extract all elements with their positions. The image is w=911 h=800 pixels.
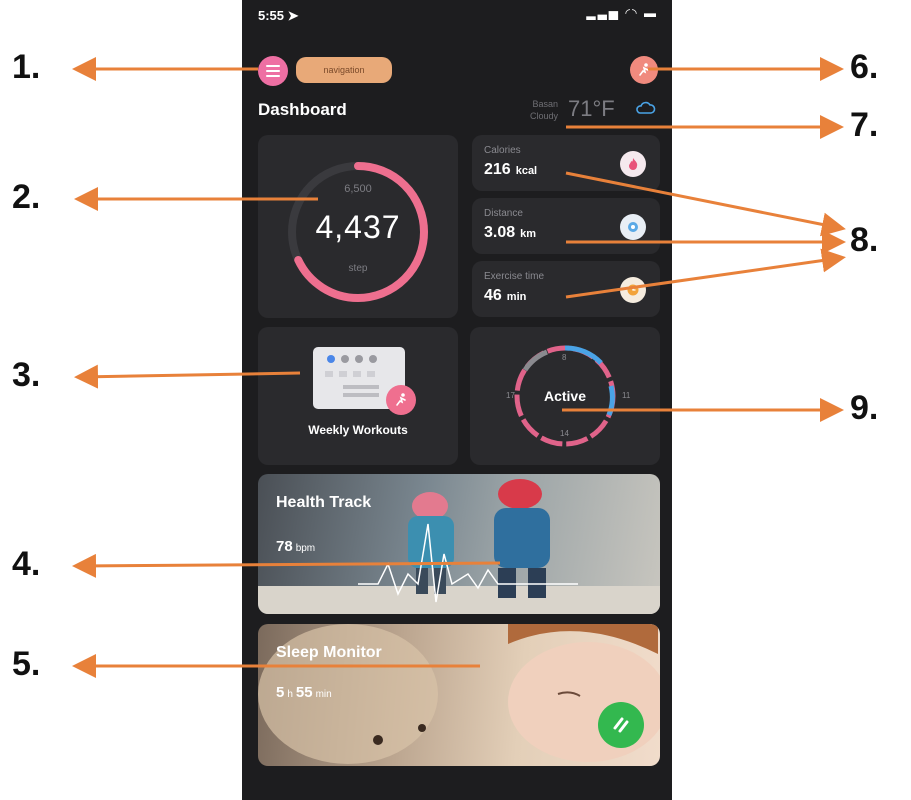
- sleep-slash-icon: [613, 717, 629, 733]
- sleep-monitor-card[interactable]: Sleep Monitor 5 h 55 min: [258, 624, 660, 766]
- distance-card[interactable]: Distance 3.08 km: [472, 198, 660, 254]
- steps-count: 4,437: [315, 209, 401, 245]
- workout-profile-button[interactable]: [630, 56, 658, 84]
- activity-card[interactable]: 8 11 14 17 Active: [470, 327, 660, 465]
- calories-value: 216: [484, 161, 511, 178]
- heart-rate: 78 bpm: [276, 538, 318, 555]
- menu-icon: [266, 65, 280, 77]
- sleep-minutes-unit: min: [315, 689, 332, 700]
- weather-location[interactable]: Basan Cloudy: [510, 98, 558, 122]
- sleep-hours: 5: [276, 684, 285, 701]
- steps-unit: step: [348, 263, 368, 274]
- heartbeat-line: [358, 523, 578, 603]
- calories-value-wrap: 216 kcal: [484, 161, 537, 179]
- steps-goal: 6,500: [344, 183, 372, 195]
- activity-status: Active: [543, 388, 587, 404]
- weather-city: Basan: [532, 99, 558, 109]
- callout-8: 8.: [850, 221, 879, 259]
- menu-button[interactable]: [258, 56, 288, 86]
- activity-tick-8: 8: [562, 353, 567, 362]
- page-title: Dashboard: [258, 100, 347, 119]
- callout-3: 3.: [12, 356, 41, 394]
- health-track-card[interactable]: Health Track 78 bpm: [258, 474, 660, 614]
- callout-6: 6.: [850, 48, 879, 86]
- cloud-icon: [636, 101, 656, 114]
- sleep-toggle-button[interactable]: [598, 702, 644, 748]
- activity-tick-14: 14: [560, 429, 569, 438]
- callout-5: 5.: [12, 645, 41, 683]
- weather-temperature: 71°F: [568, 96, 615, 121]
- steps-card[interactable]: 6,500 4,437 step: [258, 135, 458, 318]
- weather-condition: Cloudy: [529, 111, 558, 121]
- weekly-workouts-card[interactable]: Weekly Workouts: [258, 327, 458, 465]
- exercise-time-label: Exercise time: [484, 271, 545, 282]
- callout-1: 1.: [12, 48, 41, 86]
- callout-2: 2.: [12, 178, 41, 216]
- distance-value-wrap: 3.08 km: [484, 224, 536, 242]
- runner-icon: [639, 63, 649, 76]
- navigation-chip[interactable]: navigation: [296, 57, 392, 83]
- exercise-time-unit: min: [506, 291, 527, 303]
- location-icon: [620, 214, 646, 240]
- distance-unit: km: [520, 228, 537, 240]
- runner-badge-icon: [386, 385, 416, 415]
- heart-rate-unit: bpm: [295, 543, 316, 554]
- calories-unit: kcal: [515, 165, 538, 177]
- callout-9: 9.: [850, 389, 879, 427]
- status-time: 5:55 ➤: [258, 8, 299, 23]
- flame-icon: [620, 151, 646, 177]
- sleep-minutes: 55: [295, 684, 313, 701]
- status-icons: ▂▃▅ ◜◝ ▬: [586, 6, 658, 20]
- sleep-hours-unit: h: [287, 689, 293, 700]
- distance-label: Distance: [484, 208, 523, 219]
- heart-rate-value: 78: [276, 538, 293, 555]
- calories-card[interactable]: Calories 216 kcal: [472, 135, 660, 191]
- sleep-duration: 5 h 55 min: [276, 684, 335, 701]
- calories-label: Calories: [484, 145, 521, 156]
- distance-value: 3.08: [484, 224, 516, 241]
- exercise-time-value: 46: [484, 287, 502, 304]
- clock-icon: [620, 277, 646, 303]
- weekly-workouts-label: Weekly Workouts: [308, 423, 408, 437]
- health-track-title: Health Track: [276, 494, 372, 511]
- callout-7: 7.: [850, 106, 879, 144]
- callout-4: 4.: [12, 545, 41, 583]
- phone-screen: 5:55 ➤ ▂▃▅ ◜◝ ▬ navigation Dashboard Bas…: [242, 0, 672, 800]
- exercise-time-card[interactable]: Exercise time 46 min: [472, 261, 660, 317]
- sleep-monitor-title: Sleep Monitor: [276, 644, 382, 661]
- exercise-time-value-wrap: 46 min: [484, 287, 526, 305]
